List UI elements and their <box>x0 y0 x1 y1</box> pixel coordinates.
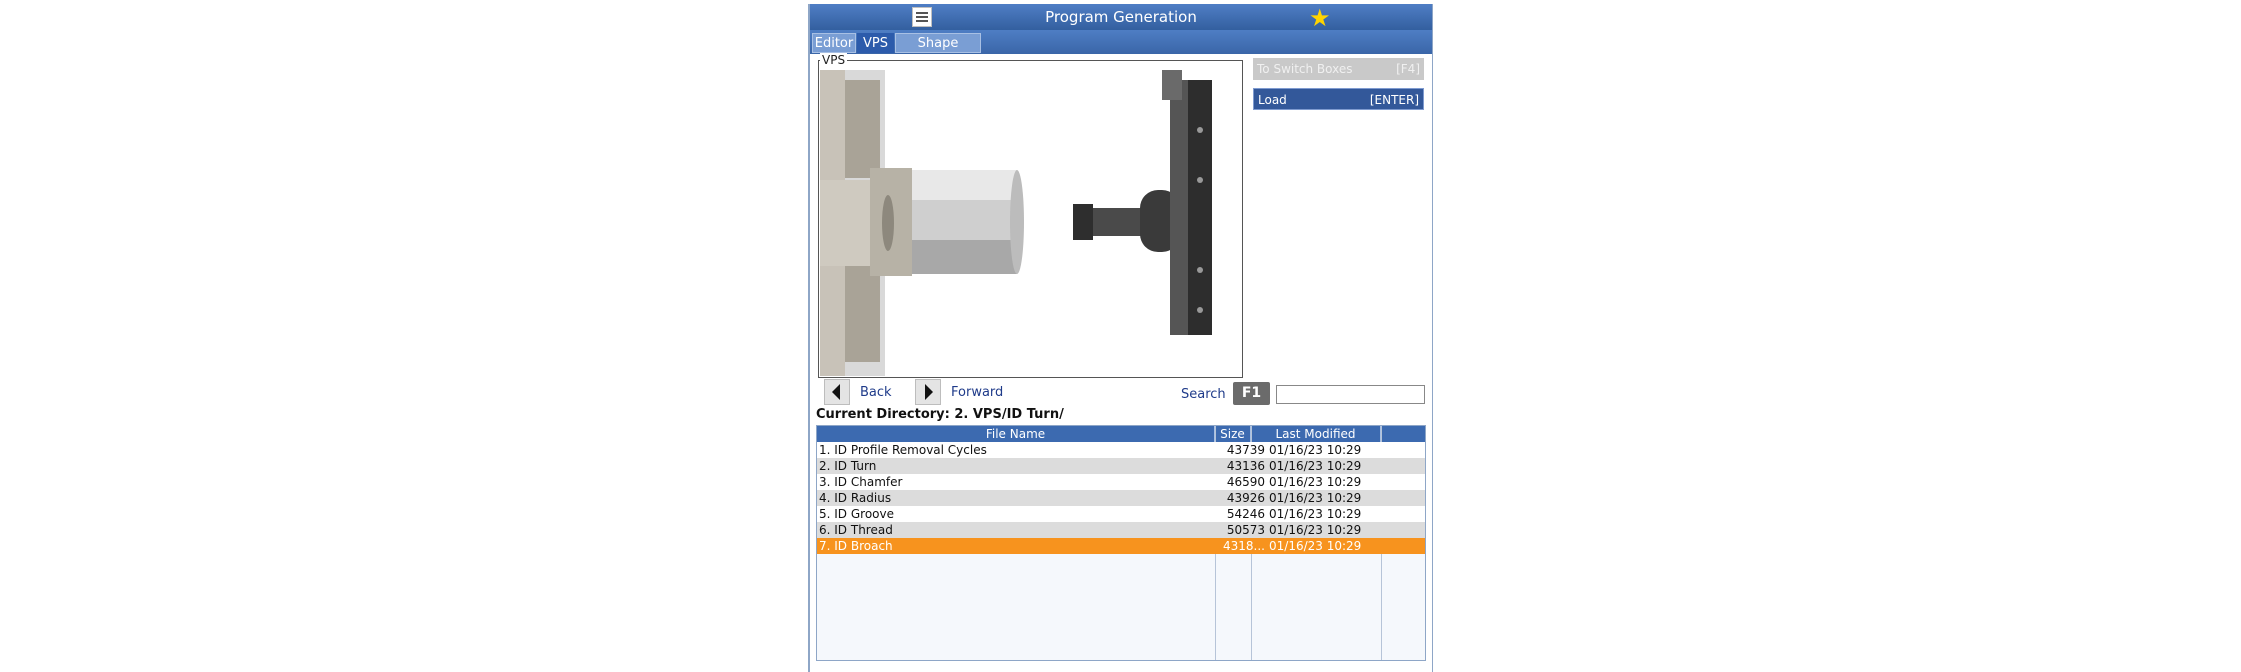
arrow-right-icon <box>925 384 933 400</box>
search-f1-key[interactable]: F1 <box>1233 382 1270 405</box>
table-row[interactable]: 2. ID Turn 43136 01/16/23 10:29 <box>817 458 1425 474</box>
file-name-cell: 2. ID Turn <box>819 459 877 473</box>
star-icon[interactable]: ★ <box>1309 4 1331 32</box>
program-generation-window: Program Generation ★ Editor VPS Shape Cr… <box>808 4 1433 672</box>
file-name-cell: 5. ID Groove <box>819 507 894 521</box>
table-row[interactable]: 4. ID Radius 43926 01/16/23 10:29 <box>817 490 1425 506</box>
switch-boxes-key: [F4] <box>1396 62 1420 76</box>
table-row[interactable]: 3. ID Chamfer 46590 01/16/23 10:29 <box>817 474 1425 490</box>
vps-frame-legend: VPS <box>820 53 848 67</box>
file-modified-cell: 01/16/23 10:29 <box>1269 459 1362 473</box>
switch-boxes-button[interactable]: To Switch Boxes [F4] <box>1253 58 1424 80</box>
file-modified-cell: 01/16/23 10:29 <box>1269 475 1362 489</box>
tab-bar: Editor VPS Shape Creator <box>810 30 1432 71</box>
file-size-cell: 46590 <box>1226 475 1265 489</box>
switch-boxes-label: To Switch Boxes <box>1257 62 1353 76</box>
file-name-cell: 6. ID Thread <box>819 523 893 537</box>
window-title: Program Generation <box>1045 8 1197 26</box>
search-input[interactable] <box>1276 385 1425 404</box>
title-bar: Program Generation ★ <box>810 4 1432 32</box>
file-modified-cell: 01/16/23 10:29 <box>1269 443 1362 457</box>
load-label: Load <box>1258 93 1287 107</box>
vps-preview-image <box>820 70 1212 376</box>
file-list-table[interactable]: File Name Size Last Modified 1. ID Profi… <box>816 425 1426 661</box>
forward-label[interactable]: Forward <box>951 385 1003 400</box>
file-size-cell: 4318... <box>1223 539 1265 553</box>
tab-shape-creator[interactable]: Shape Creator <box>895 33 981 71</box>
file-size-cell: 50573 <box>1226 523 1265 537</box>
file-name-cell: 7. ID Broach <box>819 539 893 553</box>
file-modified-cell: 01/16/23 10:29 <box>1269 507 1362 521</box>
file-name-cell: 1. ID Profile Removal Cycles <box>819 443 987 457</box>
file-modified-cell: 01/16/23 10:29 <box>1269 539 1362 553</box>
file-name-cell: 4. ID Radius <box>819 491 892 505</box>
file-name-cell: 3. ID Chamfer <box>819 475 903 489</box>
table-row[interactable]: 5. ID Groove 54246 01/16/23 10:29 <box>817 506 1425 522</box>
file-modified-cell: 01/16/23 10:29 <box>1269 523 1362 537</box>
current-directory: Current Directory: 2. VPS/ID Turn/ <box>816 407 1064 422</box>
tab-editor[interactable]: Editor <box>812 33 856 53</box>
column-header-last-modified[interactable]: Last Modified <box>1251 426 1381 442</box>
back-label[interactable]: Back <box>860 385 892 400</box>
file-size-cell: 54246 <box>1226 507 1265 521</box>
file-size-cell: 43926 <box>1226 491 1265 505</box>
table-row-selected[interactable]: 7. ID Broach 4318... 01/16/23 10:29 <box>817 538 1425 554</box>
table-row[interactable]: 1. ID Profile Removal Cycles 43739 01/16… <box>817 442 1425 458</box>
load-button[interactable]: Load [ENTER] <box>1253 88 1424 110</box>
table-header: File Name Size Last Modified <box>817 426 1425 442</box>
search-label: Search <box>1181 387 1226 402</box>
forward-button[interactable] <box>915 379 941 405</box>
file-modified-cell: 01/16/23 10:29 <box>1269 491 1362 505</box>
back-button[interactable] <box>824 379 850 405</box>
file-size-cell: 43136 <box>1226 459 1265 473</box>
load-key: [ENTER] <box>1369 93 1419 107</box>
column-header-file-name[interactable]: File Name <box>817 426 1215 442</box>
tab-vps[interactable]: VPS <box>857 33 894 53</box>
arrow-left-icon <box>832 384 840 400</box>
column-header-size[interactable]: Size <box>1215 426 1251 442</box>
table-row[interactable]: 6. ID Thread 50573 01/16/23 10:29 <box>817 522 1425 538</box>
file-size-cell: 43739 <box>1226 443 1265 457</box>
